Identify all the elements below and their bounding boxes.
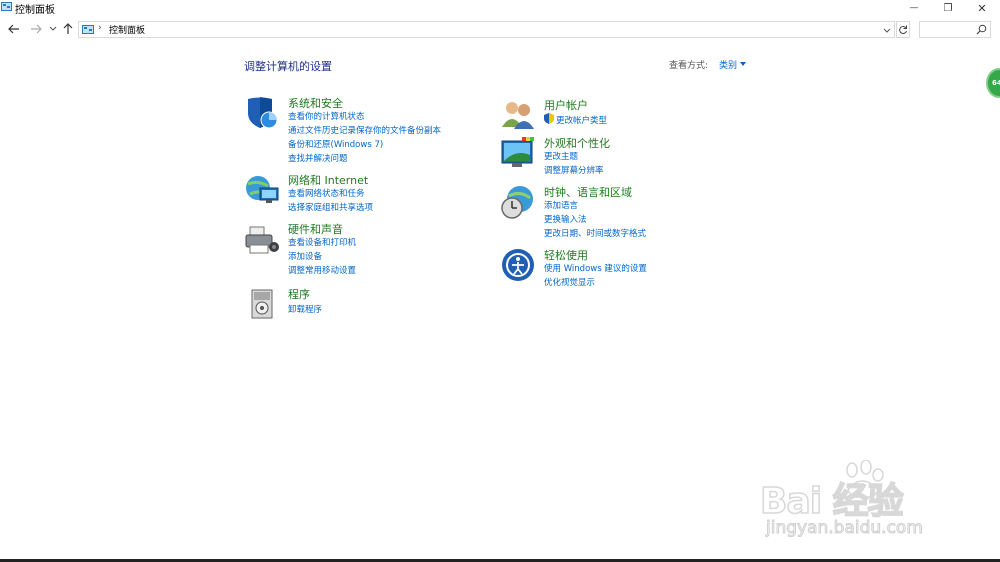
dropdown-arrow-icon[interactable] bbox=[740, 62, 746, 66]
category-appearance: 外观和个性化 更改主题 调整屏幕分辨率 bbox=[500, 135, 740, 177]
link-mobility-settings[interactable]: 调整常用移动设置 bbox=[288, 264, 356, 276]
category-title[interactable]: 网络和 Internet bbox=[288, 172, 368, 188]
programs-icon[interactable] bbox=[244, 286, 280, 322]
minimize-button[interactable]: — bbox=[897, 0, 931, 16]
link-devices-printers[interactable]: 查看设备和打印机 bbox=[288, 236, 356, 248]
category-network-internet: 网络和 Internet 查看网络状态和任务 选择家庭组和共享选项 bbox=[244, 172, 484, 214]
address-bar-row: › 控制面板 bbox=[0, 20, 1000, 38]
monitor-palette-icon[interactable] bbox=[500, 135, 536, 171]
title-bar: 控制面板 — ❐ ✕ bbox=[0, 0, 1000, 16]
chevron-down-icon bbox=[49, 26, 57, 31]
link-windows-recommended[interactable]: 使用 Windows 建议的设置 bbox=[544, 262, 647, 274]
control-panel-icon bbox=[1, 2, 12, 11]
search-input[interactable] bbox=[919, 21, 991, 38]
category-system-security: 系统和安全 查看你的计算机状态 通过文件历史记录保存你的文件备份副本 备份和还原… bbox=[244, 95, 484, 165]
shield-icon[interactable] bbox=[244, 95, 280, 131]
up-button[interactable] bbox=[61, 22, 75, 36]
link-troubleshoot[interactable]: 查找并解决问题 bbox=[288, 152, 348, 164]
view-by-label: 查看方式: bbox=[669, 61, 709, 71]
category-title[interactable]: 时钟、语言和区域 bbox=[544, 184, 632, 200]
minimize-icon: — bbox=[909, 3, 919, 13]
breadcrumb-control-panel[interactable]: 控制面板 bbox=[109, 23, 145, 36]
network-globe-icon[interactable] bbox=[244, 172, 280, 208]
page-title: 调整计算机的设置 bbox=[244, 60, 332, 73]
watermark-url: jingyan.baidu.com bbox=[766, 518, 924, 539]
back-arrow-icon bbox=[8, 24, 19, 34]
clock-globe-icon[interactable] bbox=[500, 184, 536, 220]
control-panel-icon bbox=[82, 25, 94, 34]
refresh-button[interactable] bbox=[896, 21, 910, 38]
link-network-status[interactable]: 查看网络状态和任务 bbox=[288, 187, 365, 199]
category-title[interactable]: 程序 bbox=[288, 286, 310, 302]
link-uninstall-program[interactable]: 卸载程序 bbox=[288, 303, 322, 315]
ease-of-access-icon[interactable] bbox=[500, 247, 536, 283]
uac-shield-icon bbox=[544, 113, 554, 124]
refresh-icon bbox=[899, 25, 907, 34]
category-title[interactable]: 硬件和声音 bbox=[288, 221, 343, 237]
back-button[interactable] bbox=[7, 22, 21, 36]
address-dropdown-icon[interactable] bbox=[882, 24, 892, 36]
link-backup-restore[interactable]: 备份和还原(Windows 7) bbox=[288, 138, 383, 150]
forward-button[interactable] bbox=[29, 22, 43, 36]
badge-text: 64 bbox=[992, 79, 1000, 87]
users-icon[interactable] bbox=[500, 97, 536, 133]
floating-badge[interactable]: 64 bbox=[986, 68, 1000, 98]
up-arrow-icon bbox=[63, 23, 73, 34]
link-change-input-method[interactable]: 更换输入法 bbox=[544, 213, 587, 225]
baidu-watermark: Bai 经验 jingyan.baidu.com bbox=[759, 460, 960, 540]
category-title[interactable]: 系统和安全 bbox=[288, 95, 343, 111]
link-add-device[interactable]: 添加设备 bbox=[288, 250, 322, 262]
category-programs: 程序 卸载程序 bbox=[244, 286, 484, 322]
restore-icon: ❐ bbox=[943, 2, 953, 14]
restore-button[interactable]: ❐ bbox=[931, 0, 965, 16]
link-date-time-format[interactable]: 更改日期、时间或数字格式 bbox=[544, 227, 646, 239]
breadcrumb-separator: › bbox=[98, 23, 102, 33]
category-clock-language-region: 时钟、语言和区域 添加语言 更换输入法 更改日期、时间或数字格式 bbox=[500, 184, 740, 240]
category-hardware-sound: 硬件和声音 查看设备和打印机 添加设备 调整常用移动设置 bbox=[244, 221, 484, 277]
link-change-theme[interactable]: 更改主题 bbox=[544, 150, 578, 162]
category-user-accounts: 用户帐户 更改帐户类型 bbox=[500, 97, 740, 129]
link-homegroup-sharing[interactable]: 选择家庭组和共享选项 bbox=[288, 201, 373, 213]
watermark-main: Bai 经验 bbox=[759, 480, 904, 523]
link-change-account-type[interactable]: 更改帐户类型 bbox=[556, 114, 607, 126]
category-ease-of-access: 轻松使用 使用 Windows 建议的设置 优化视觉显示 bbox=[500, 247, 740, 289]
link-view-computer-status[interactable]: 查看你的计算机状态 bbox=[288, 110, 365, 122]
link-screen-resolution[interactable]: 调整屏幕分辨率 bbox=[544, 164, 604, 176]
window-title: 控制面板 bbox=[15, 5, 55, 16]
category-title[interactable]: 外观和个性化 bbox=[544, 135, 610, 151]
link-add-language[interactable]: 添加语言 bbox=[544, 199, 578, 211]
link-optimize-visual[interactable]: 优化视觉显示 bbox=[544, 276, 595, 288]
close-icon: ✕ bbox=[977, 1, 987, 15]
link-file-history[interactable]: 通过文件历史记录保存你的文件备份副本 bbox=[288, 124, 441, 136]
forward-arrow-icon bbox=[31, 24, 42, 34]
printer-icon[interactable] bbox=[244, 221, 280, 257]
view-by-dropdown[interactable]: 类别 bbox=[719, 58, 737, 71]
close-button[interactable]: ✕ bbox=[965, 0, 999, 16]
search-icon bbox=[976, 24, 987, 35]
address-field[interactable]: › 控制面板 bbox=[78, 21, 895, 38]
category-title[interactable]: 用户帐户 bbox=[544, 97, 588, 113]
recent-locations-button[interactable] bbox=[46, 22, 60, 36]
category-title[interactable]: 轻松使用 bbox=[544, 247, 588, 263]
